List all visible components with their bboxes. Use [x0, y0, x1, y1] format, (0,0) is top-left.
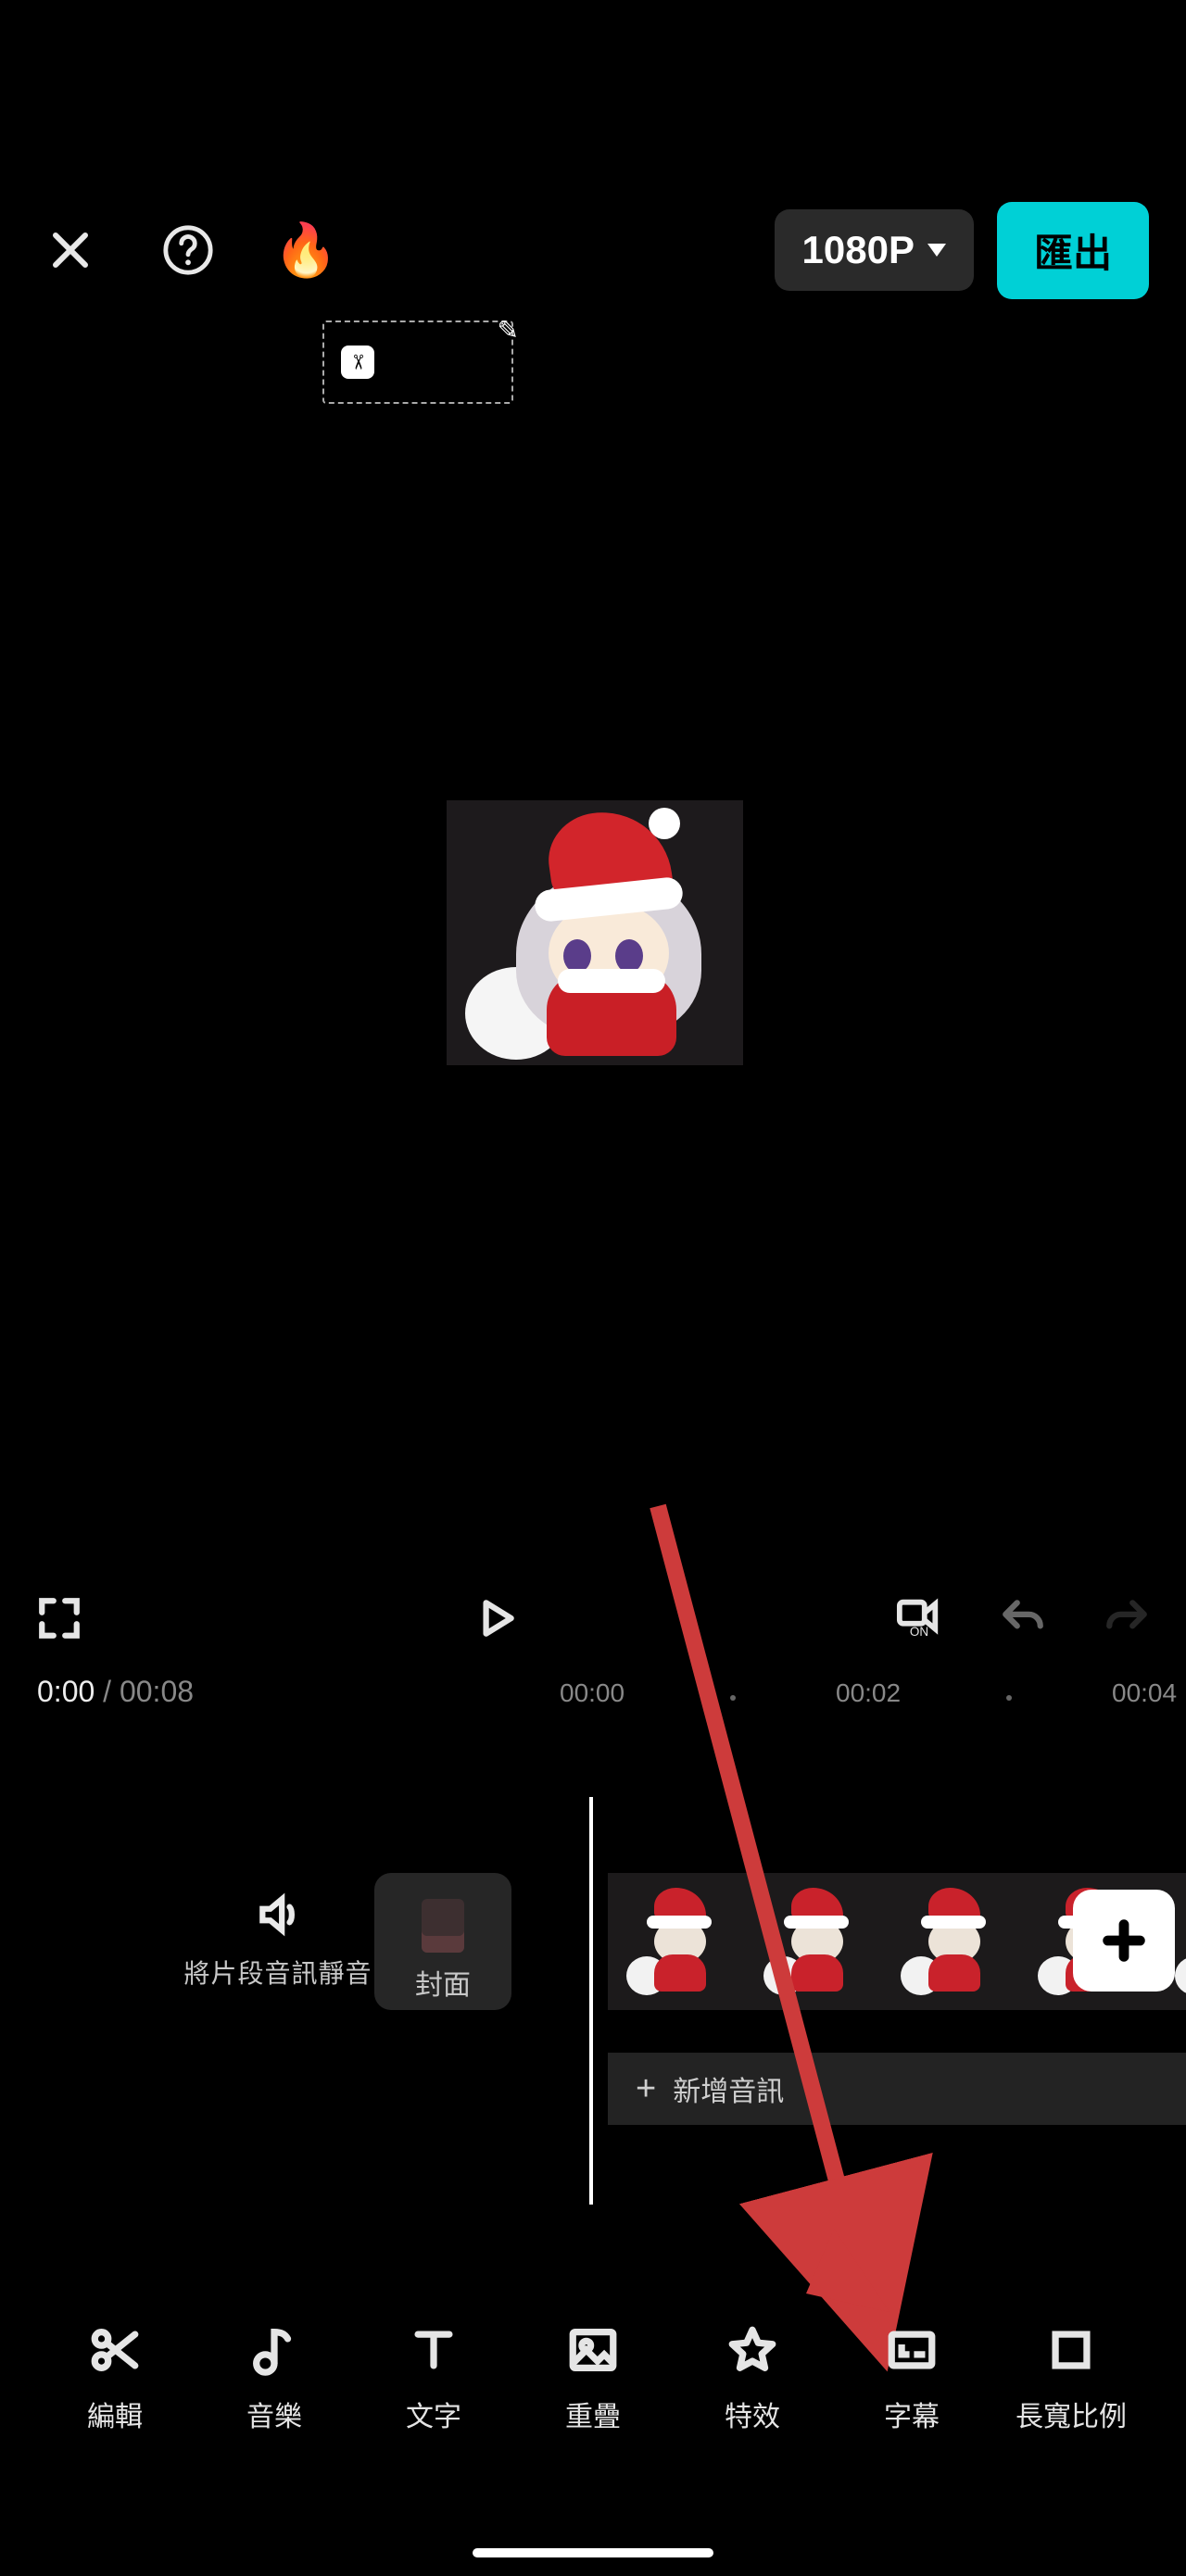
cover-label: 封面	[415, 1962, 471, 2003]
fullscreen-button[interactable]	[26, 1585, 93, 1652]
undo-icon	[1000, 1595, 1046, 1641]
image-icon	[566, 2323, 620, 2377]
pencil-icon: ✎	[498, 315, 519, 346]
resolution-dropdown[interactable]: 1080P	[775, 209, 974, 291]
scissors-icon	[88, 2323, 142, 2377]
preview-image-content	[447, 800, 743, 1065]
timeline-ruler[interactable]: 00:00 00:02 00:04	[0, 1678, 1186, 1725]
mute-clip-audio-button[interactable]: 將片段音訊靜音	[158, 1891, 398, 1991]
transport-bar: ON	[0, 1577, 1186, 1660]
export-button[interactable]: 匯出	[997, 202, 1149, 299]
tool-subtitle[interactable]: 字幕	[847, 2323, 977, 2481]
resolution-label: 1080P	[802, 228, 915, 272]
tool-overlay[interactable]: 重疊	[528, 2323, 658, 2481]
add-audio-button[interactable]: + 新增音訊	[608, 2053, 1186, 2125]
flame-icon: 🔥	[273, 224, 338, 276]
play-icon	[473, 1595, 519, 1641]
clip-thumbnail[interactable]	[608, 1873, 745, 2010]
close-icon	[48, 228, 93, 272]
tool-label: 重疊	[565, 2394, 621, 2434]
tool-label: 文字	[406, 2394, 461, 2434]
ruler-tick-0: 00:00	[560, 1678, 625, 1708]
tool-effects[interactable]: 特效	[688, 2323, 817, 2481]
plus-icon: +	[636, 2069, 656, 2109]
app-logo-icon	[341, 346, 374, 379]
play-button[interactable]	[462, 1585, 529, 1652]
home-indicator[interactable]	[473, 2548, 713, 2557]
preview-frame	[447, 800, 743, 1065]
tool-edit[interactable]: 編輯	[50, 2323, 180, 2481]
ruler-tick-4: 00:04	[1112, 1678, 1177, 1708]
tool-aspect-ratio[interactable]: 長寬比例	[1006, 2323, 1136, 2481]
tool-music[interactable]: 音樂	[209, 2323, 339, 2481]
clip-thumbnail[interactable]	[745, 1873, 882, 2010]
mute-label: 將片段音訊靜音	[158, 1954, 398, 1991]
trending-button[interactable]: 🔥	[272, 217, 339, 283]
top-bar: 🔥 1080P 匯出	[0, 195, 1186, 306]
close-button[interactable]	[37, 217, 104, 283]
keyframe-icon: ON	[896, 1595, 942, 1641]
speaker-icon	[255, 1891, 301, 1938]
add-audio-label: 新增音訊	[673, 2068, 784, 2109]
tool-label: 特效	[725, 2394, 780, 2434]
bottom-toolbar: 編輯 音樂 文字 重疊 特效 字幕 長寬比例	[0, 2323, 1186, 2481]
tool-label: 長寬比例	[1016, 2394, 1127, 2434]
tool-label: 音樂	[246, 2394, 302, 2434]
tool-label: 字幕	[884, 2394, 940, 2434]
star-icon	[725, 2323, 779, 2377]
clip-thumbnail[interactable]	[882, 1873, 1019, 2010]
tool-label: 編輯	[87, 2394, 143, 2434]
playhead[interactable]	[589, 1797, 593, 2205]
top-bar-left: 🔥	[37, 217, 339, 283]
top-bar-right: 1080P 匯出	[775, 202, 1149, 299]
redo-icon	[1104, 1595, 1150, 1641]
svg-text:ON: ON	[910, 1625, 928, 1639]
help-button[interactable]	[155, 217, 221, 283]
plus-icon	[1100, 1916, 1148, 1965]
add-clip-button[interactable]	[1073, 1890, 1175, 1992]
chevron-down-icon	[927, 244, 946, 257]
redo-button[interactable]	[1093, 1585, 1160, 1652]
watermark-overlay[interactable]: ✎	[322, 320, 513, 404]
keyframe-toggle-button[interactable]: ON	[886, 1585, 953, 1652]
ruler-tick-2: 00:02	[836, 1678, 901, 1708]
subtitle-icon	[885, 2323, 939, 2377]
help-icon	[161, 223, 215, 277]
tool-text[interactable]: 文字	[369, 2323, 498, 2481]
text-icon	[407, 2323, 461, 2377]
music-note-icon	[247, 2323, 301, 2377]
fullscreen-icon	[36, 1595, 82, 1641]
aspect-ratio-icon	[1044, 2323, 1098, 2377]
undo-button[interactable]	[990, 1585, 1056, 1652]
video-preview[interactable]: ✎	[304, 309, 882, 1556]
export-label: 匯出	[1034, 232, 1112, 275]
cover-button[interactable]: 封面	[374, 1873, 511, 2010]
